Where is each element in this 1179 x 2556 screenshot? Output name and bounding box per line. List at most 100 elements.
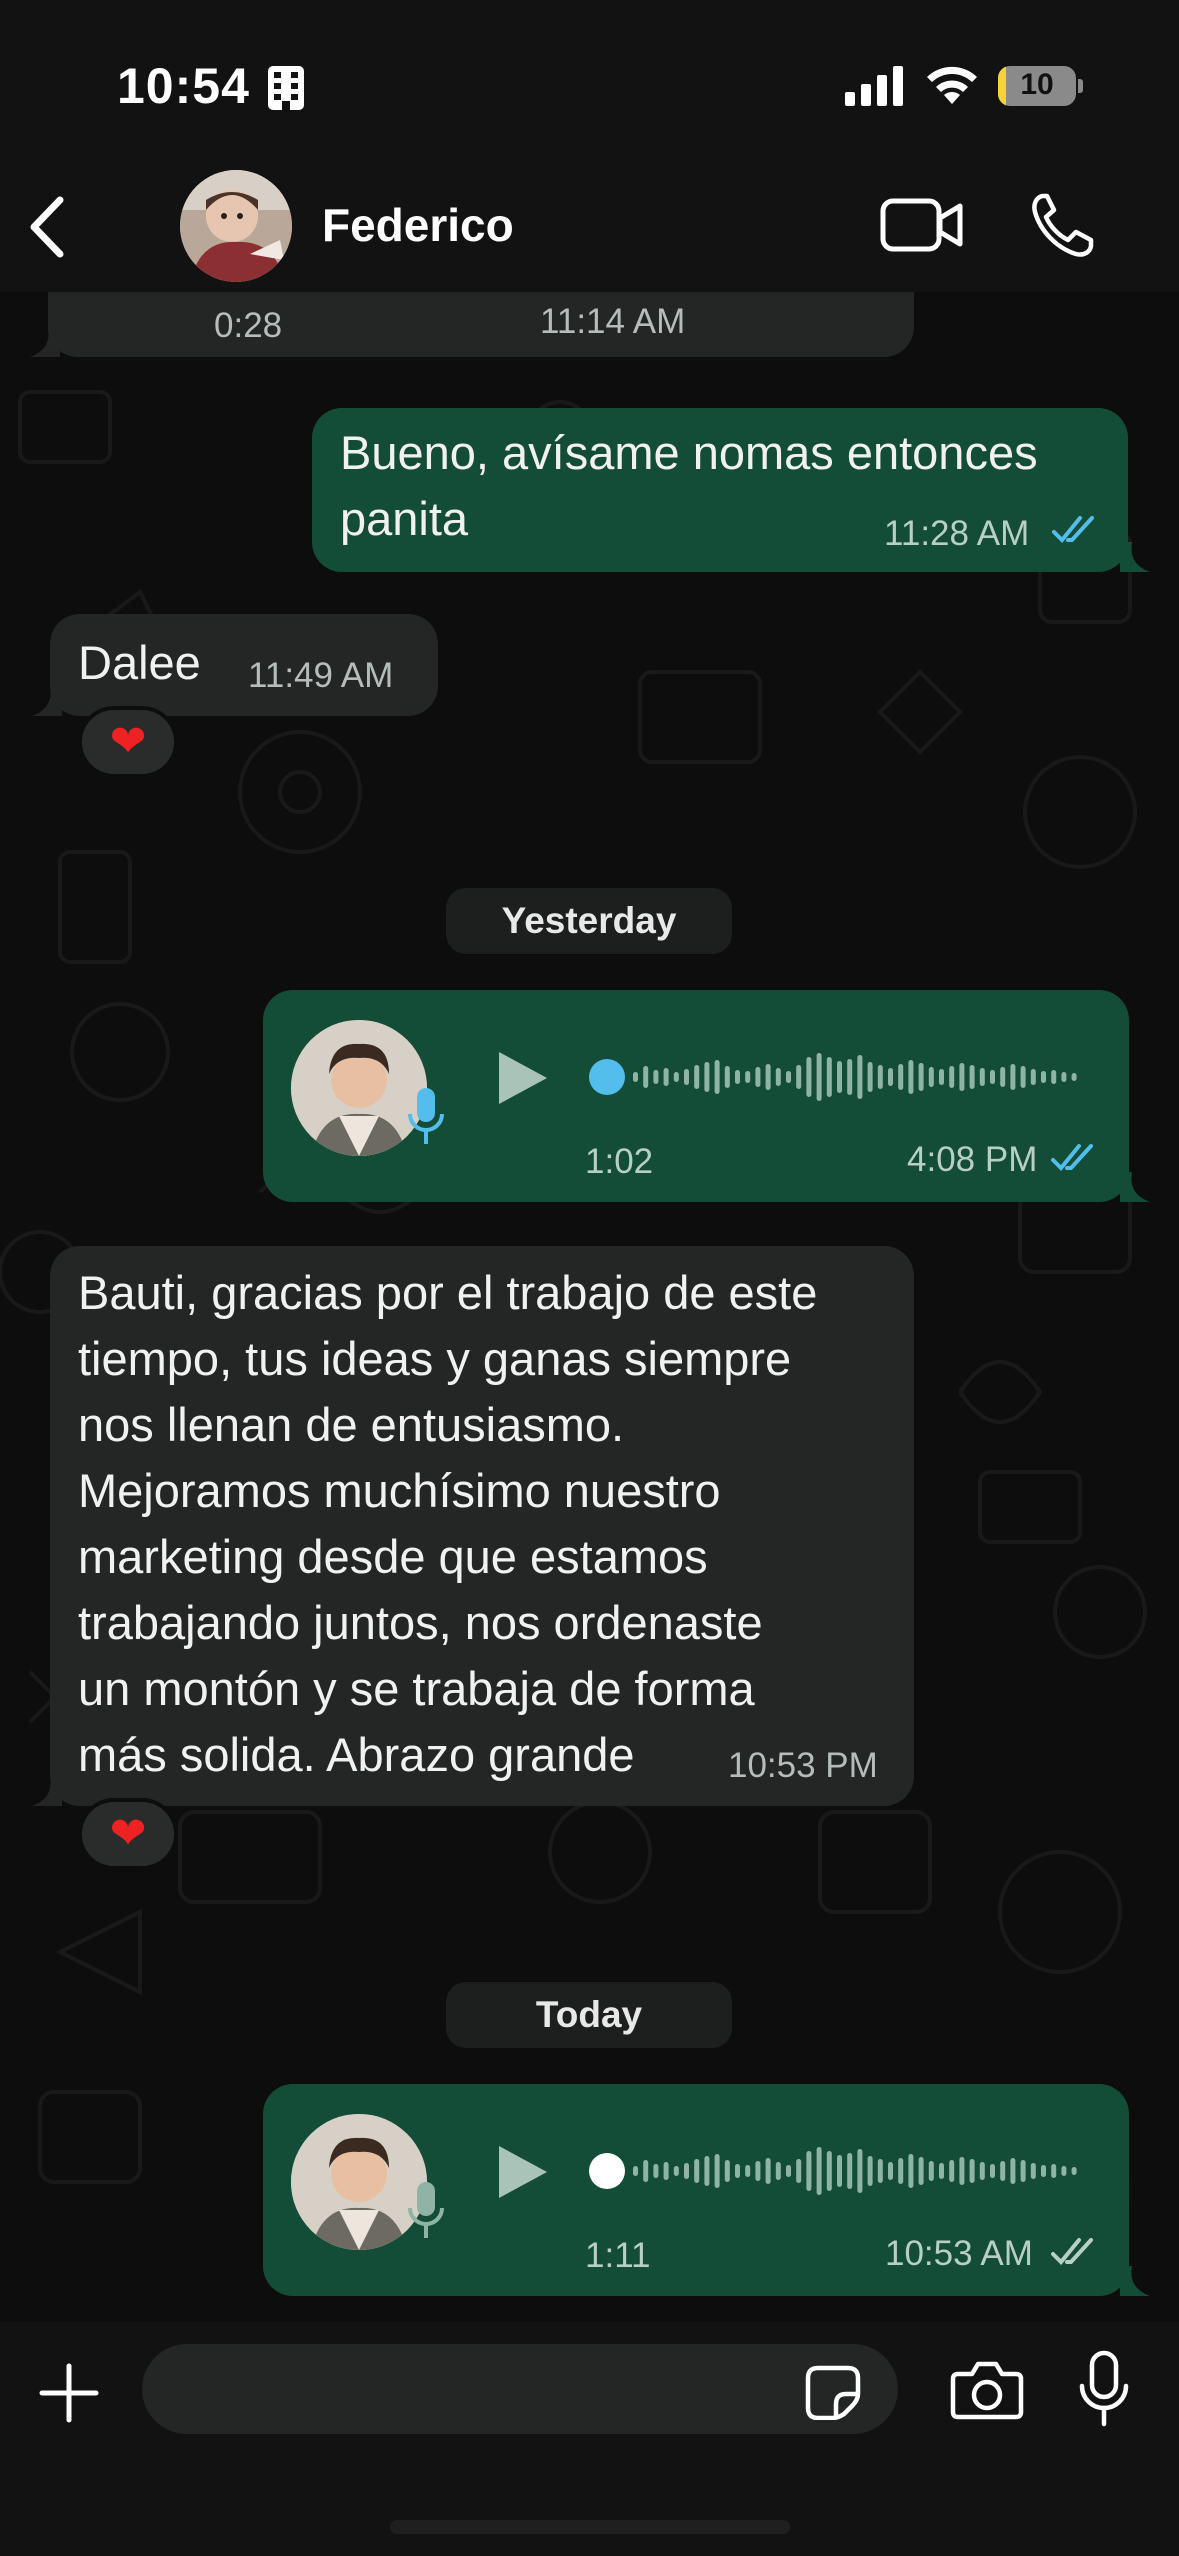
waveform-bar	[908, 1060, 914, 1094]
waveform-bar	[735, 2164, 740, 2178]
message-line: nos llenan de entusiasmo.	[78, 1398, 625, 1451]
waveform-bar	[939, 2163, 944, 2179]
home-indicator	[390, 2520, 790, 2534]
waveform-bar	[796, 2159, 802, 2183]
waveform-bar	[1010, 1064, 1016, 1090]
play-icon[interactable]	[495, 1048, 551, 1108]
heart-icon: ❤	[109, 1809, 147, 1858]
message-line: un montón y se trabaja de forma	[78, 1662, 755, 1715]
outgoing-voice-message[interactable]: 1:11 10:53 AM	[263, 2084, 1129, 2296]
outgoing-voice-message[interactable]: 1:02 4:08 PM	[263, 990, 1129, 1202]
bubble-tail	[32, 1776, 62, 1806]
waveform-bar	[1000, 2161, 1006, 2181]
waveform-bar	[857, 2149, 863, 2193]
waveform-bar	[990, 1070, 995, 1084]
camera-icon[interactable]	[950, 2360, 1024, 2420]
waveform-bar	[1051, 2164, 1057, 2178]
message-input[interactable]	[142, 2344, 898, 2434]
date-separator: Today	[446, 1982, 732, 2048]
waveform-bar	[684, 1069, 689, 1085]
heart-icon: ❤	[109, 717, 147, 766]
chat-area[interactable]: 0:28 11:14 AM Bueno, avísame nomas enton…	[0, 292, 1179, 2322]
waveform-bar	[663, 1068, 669, 1086]
waveform-bar	[979, 2162, 985, 2180]
waveform-bar	[663, 2162, 669, 2180]
voice-duration: 1:02	[585, 1142, 654, 1181]
message-line: Bauti, gracias por el trabajo de este	[78, 1266, 818, 1319]
incoming-text-message[interactable]: Dalee 11:49 AM	[50, 614, 438, 716]
bubble-tail	[32, 686, 62, 716]
mic-badge-icon	[408, 1088, 444, 1144]
status-bar: 10:54 10	[0, 0, 1179, 170]
waveform-bar	[918, 2157, 924, 2185]
waveform-bar	[969, 1065, 975, 1089]
waveform-bar	[847, 1059, 853, 1095]
waveform-bar	[867, 1062, 873, 1092]
message-body: Bauti, gracias por el trabajo de este ti…	[78, 1260, 817, 1788]
voice-waveform[interactable]	[589, 2136, 1079, 2206]
message-line: trabajando juntos, nos ordenaste	[78, 1596, 763, 1649]
play-icon[interactable]	[495, 2142, 551, 2202]
delivered-receipt-icon	[1051, 2238, 1093, 2265]
sticker-icon[interactable]	[804, 2364, 862, 2420]
mic-icon[interactable]	[1078, 2350, 1130, 2428]
message-line: tiempo, tus ideas y ganas siempre	[78, 1332, 792, 1385]
waveform-bar	[643, 2160, 649, 2182]
waveform-bar	[643, 1066, 649, 1088]
waveform-bar	[786, 1071, 791, 1083]
waveform-bar	[898, 1064, 904, 1090]
message-line: panita	[340, 492, 469, 545]
waveform-bar	[949, 2160, 955, 2182]
bubble-tail	[1120, 1172, 1150, 1202]
waveform-bar	[806, 2151, 812, 2191]
outgoing-text-message[interactable]: Bueno, avísame nomas entonces panita 11:…	[312, 408, 1128, 572]
message-line: Dalee	[78, 636, 201, 689]
waveform-bar	[735, 1070, 740, 1084]
waveform-bar	[877, 2159, 883, 2183]
message-time: 10:53 PM	[728, 1746, 878, 1785]
waveform-bar	[837, 2155, 842, 2187]
message-line: marketing desde que estamos	[78, 1530, 708, 1583]
heart-reaction[interactable]: ❤	[78, 706, 178, 778]
waveform-bar	[653, 2164, 659, 2178]
waveform-bar	[928, 2161, 934, 2181]
waveform-bar	[724, 1066, 730, 1088]
waveform-bar	[673, 2166, 679, 2176]
waveform-bar	[1010, 2158, 1016, 2184]
waveform-bar	[714, 2154, 720, 2188]
waveform-bar	[704, 1062, 710, 1092]
back-icon[interactable]	[22, 192, 72, 262]
waveform-bar	[684, 2163, 689, 2179]
phone-icon[interactable]	[1030, 192, 1094, 258]
waveform-bar	[1041, 2165, 1046, 2177]
waveform-bar	[990, 2164, 995, 2178]
waveform-bar	[888, 2162, 893, 2180]
wifi-icon	[927, 66, 977, 104]
waveform-bar	[816, 1053, 822, 1101]
waveform-bar	[745, 2165, 751, 2177]
waveform-bar	[898, 2158, 904, 2184]
waveform-bar	[979, 1068, 985, 1086]
waveform-bar	[714, 1060, 720, 1094]
contact-name[interactable]: Federico	[322, 198, 514, 252]
heart-reaction[interactable]: ❤	[78, 1798, 178, 1870]
incoming-voice-message[interactable]: 0:28 11:14 AM	[48, 292, 914, 357]
waveform-bar	[765, 2158, 771, 2184]
waveform-bar	[1071, 1073, 1077, 1081]
voice-waveform[interactable]	[589, 1042, 1079, 1112]
plus-icon[interactable]	[38, 2362, 100, 2424]
waveform-bar	[704, 2156, 710, 2186]
message-line: Mejoramos muchísimo nuestro	[78, 1464, 721, 1517]
video-call-icon[interactable]	[880, 196, 964, 254]
contact-avatar[interactable]	[180, 170, 292, 282]
waveform-bar	[867, 2156, 873, 2186]
incoming-text-message[interactable]: Bauti, gracias por el trabajo de este ti…	[50, 1246, 914, 1806]
waveform-bar	[745, 1071, 751, 1083]
bubble-tail	[1120, 542, 1150, 572]
waveform-bar	[633, 1072, 638, 1082]
waveform-bar	[1020, 2160, 1026, 2182]
waveform-bar	[826, 1057, 832, 1097]
waveform-bar	[969, 2159, 975, 2183]
waveform-bar	[837, 1061, 842, 1093]
waveform-bar	[724, 2160, 730, 2182]
